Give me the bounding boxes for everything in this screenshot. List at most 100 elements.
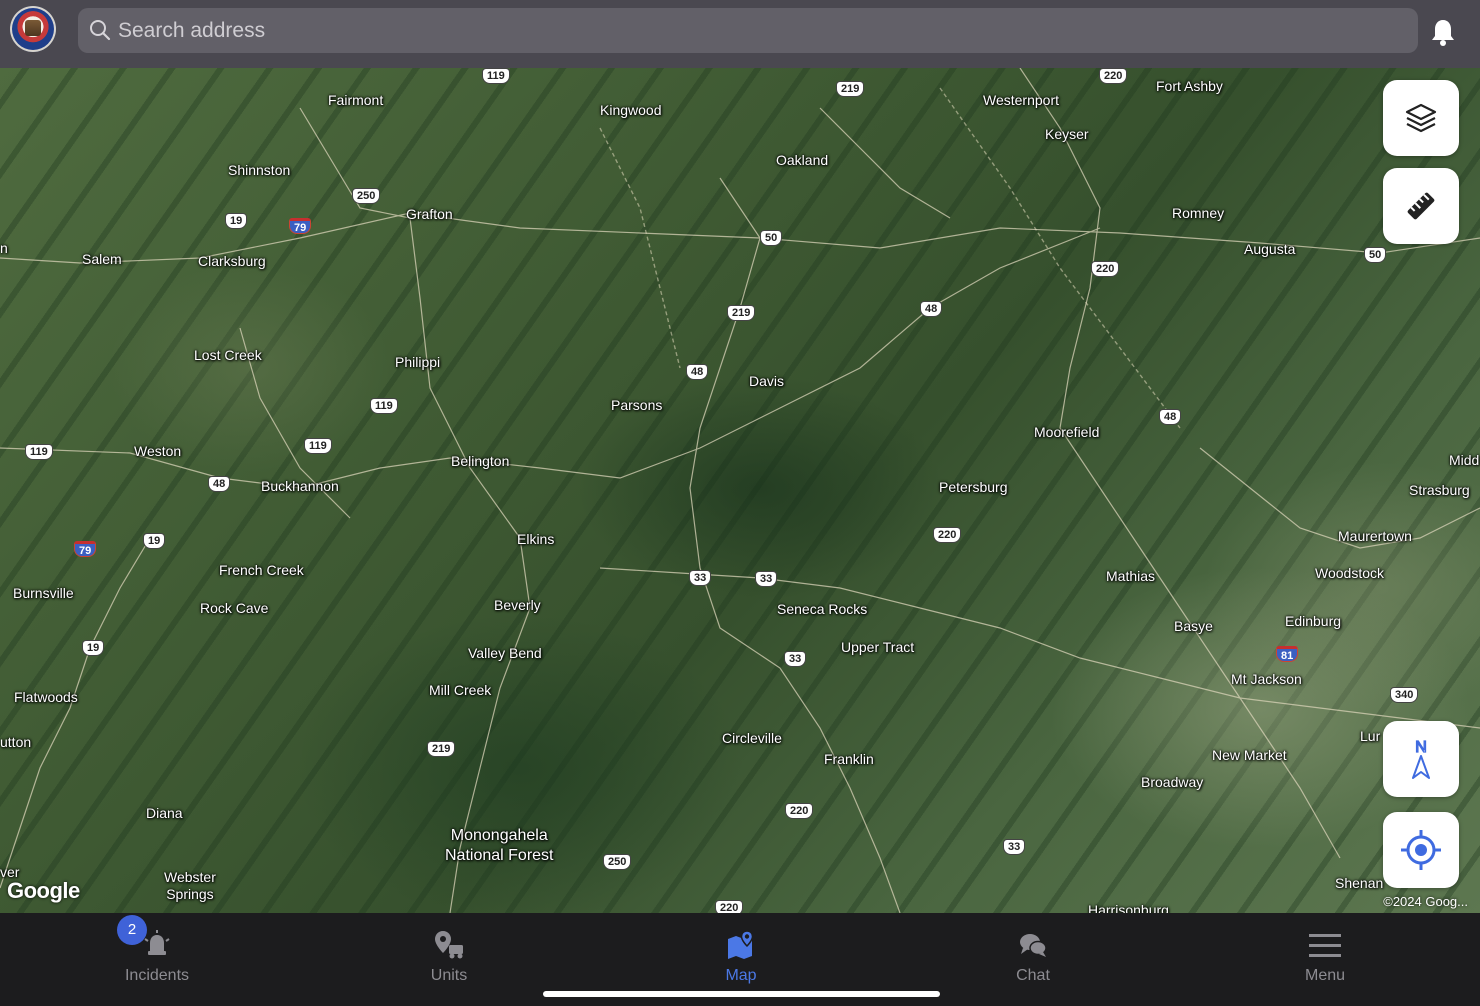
route-shield: 19 — [143, 533, 166, 549]
route-shield: 33 — [755, 571, 778, 587]
place-label: Elkins — [517, 531, 555, 547]
tab-map-label: Map — [725, 967, 757, 984]
hamburger-menu-icon — [1309, 934, 1341, 957]
place-label: Rock Cave — [200, 600, 269, 616]
my-location-button[interactable] — [1383, 812, 1459, 888]
route-shield: 119 — [370, 398, 398, 414]
route-shield: 50 — [1364, 247, 1387, 263]
tab-units-label: Units — [430, 967, 468, 984]
search-input[interactable] — [118, 8, 1398, 53]
compass-letter: N — [1415, 739, 1427, 756]
home-indicator[interactable] — [543, 991, 940, 997]
place-label: Oakland — [776, 152, 829, 168]
layers-button[interactable] — [1383, 80, 1459, 156]
compass-north-button[interactable]: N — [1383, 721, 1459, 797]
place-label: Valley Bend — [468, 645, 542, 661]
search-bar[interactable] — [78, 8, 1418, 53]
place-label: Midd — [1449, 452, 1480, 468]
tab-incidents[interactable]: 2 Incidents — [77, 913, 237, 993]
place-label: Buckhannon — [261, 478, 339, 494]
route-shield: 48 — [686, 364, 709, 380]
route-shield: 219 — [836, 81, 865, 97]
place-label: Lur — [1360, 728, 1381, 744]
place-label: Keyser — [1045, 126, 1089, 142]
place-label: Franklin — [824, 751, 874, 767]
place-label: Edinburg — [1285, 613, 1342, 629]
place-label: Moorefield — [1034, 424, 1100, 440]
place-label: Burnsville — [13, 585, 74, 601]
place-label: Grafton — [406, 206, 453, 222]
tab-menu-label: Menu — [1304, 967, 1346, 984]
place-label: Philippi — [395, 354, 441, 370]
incidents-count-badge: 2 — [117, 915, 147, 945]
tab-map[interactable]: Map — [661, 913, 821, 993]
google-attribution: Google — [7, 878, 80, 903]
place-label: Salem — [82, 251, 122, 267]
notifications-bell-icon[interactable] — [1430, 18, 1456, 46]
place-label: Westernport — [983, 92, 1059, 108]
place-label: Kingwood — [600, 102, 662, 118]
interstate-shield: 79 — [289, 218, 312, 234]
place-label: Basye — [1174, 618, 1213, 634]
route-shield: 33 — [784, 651, 807, 667]
route-shield: 250 — [603, 854, 632, 870]
place-label: Shenan — [1335, 875, 1384, 891]
place-label: Beverly — [494, 597, 541, 613]
route-shield: 48 — [208, 476, 231, 492]
route-shield: 48 — [1159, 409, 1182, 425]
tab-units[interactable]: Units — [369, 913, 529, 993]
place-label: Clarksburg — [198, 253, 266, 269]
route-shield: 119 — [25, 444, 53, 460]
interstate-shield: 79 — [74, 541, 97, 557]
chat-bubbles-icon — [1020, 934, 1047, 957]
route-shield: 119 — [304, 438, 332, 454]
tab-chat-label: Chat — [1016, 967, 1050, 984]
route-shield: 119 — [482, 68, 510, 84]
map-view[interactable]: Fairmont Kingwood Westernport Fort Ashby Key… — [0, 68, 1480, 913]
layers-icon — [1405, 103, 1437, 133]
place-label: Mt Jackson — [1231, 671, 1302, 687]
interstate-shield: 81 — [1276, 646, 1299, 662]
tab-menu[interactable]: Menu — [1245, 913, 1405, 993]
tab-incidents-label: Incidents — [124, 967, 190, 984]
place-label: Davis — [749, 373, 785, 389]
route-shield: 219 — [427, 741, 456, 757]
route-shield: 220 — [933, 527, 962, 543]
route-shield: 340 — [1390, 687, 1419, 703]
route-shield: 50 — [760, 230, 783, 246]
route-shield: 220 — [715, 900, 744, 913]
place-label: Broadway — [1141, 774, 1204, 790]
place-label: Lost Creek — [194, 347, 262, 363]
place-label: Parsons — [611, 397, 663, 413]
route-shield: 48 — [920, 301, 943, 317]
map-copyright: ©2024 Goog... — [1383, 894, 1468, 909]
place-label: Mathias — [1106, 568, 1156, 584]
place-label: Augusta — [1244, 241, 1296, 257]
place-label: Maurertown — [1338, 528, 1412, 544]
route-shield: 33 — [689, 570, 712, 586]
agency-logo-icon[interactable] — [10, 6, 56, 52]
route-shield: 19 — [225, 213, 248, 229]
measure-ruler-button[interactable] — [1383, 168, 1459, 244]
compass-icon: N — [1412, 738, 1430, 779]
route-shield: 219 — [727, 305, 756, 321]
place-label: Mill Creek — [429, 682, 492, 698]
route-shield: 220 — [1099, 68, 1128, 84]
place-label: n — [0, 240, 8, 256]
place-label: Romney — [1172, 205, 1225, 221]
place-label: Harrisonburg — [1088, 902, 1169, 913]
place-label: Fairmont — [328, 92, 384, 108]
ruler-icon — [1407, 192, 1435, 220]
forest-label: Monongahela National Forest — [445, 827, 554, 864]
place-label: Strasburg — [1409, 482, 1470, 498]
place-label: Fort Ashby — [1156, 78, 1223, 94]
tab-chat[interactable]: Chat — [953, 913, 1113, 993]
place-label: Diana — [146, 805, 183, 821]
map-pin-icon — [728, 930, 754, 959]
crosshair-location-icon — [1401, 830, 1441, 870]
place-label: Weston — [134, 443, 182, 459]
place-label: French Creek — [219, 562, 304, 578]
place-label: Petersburg — [939, 479, 1008, 495]
route-shield: 220 — [1091, 261, 1120, 277]
route-shield: 250 — [352, 188, 381, 204]
